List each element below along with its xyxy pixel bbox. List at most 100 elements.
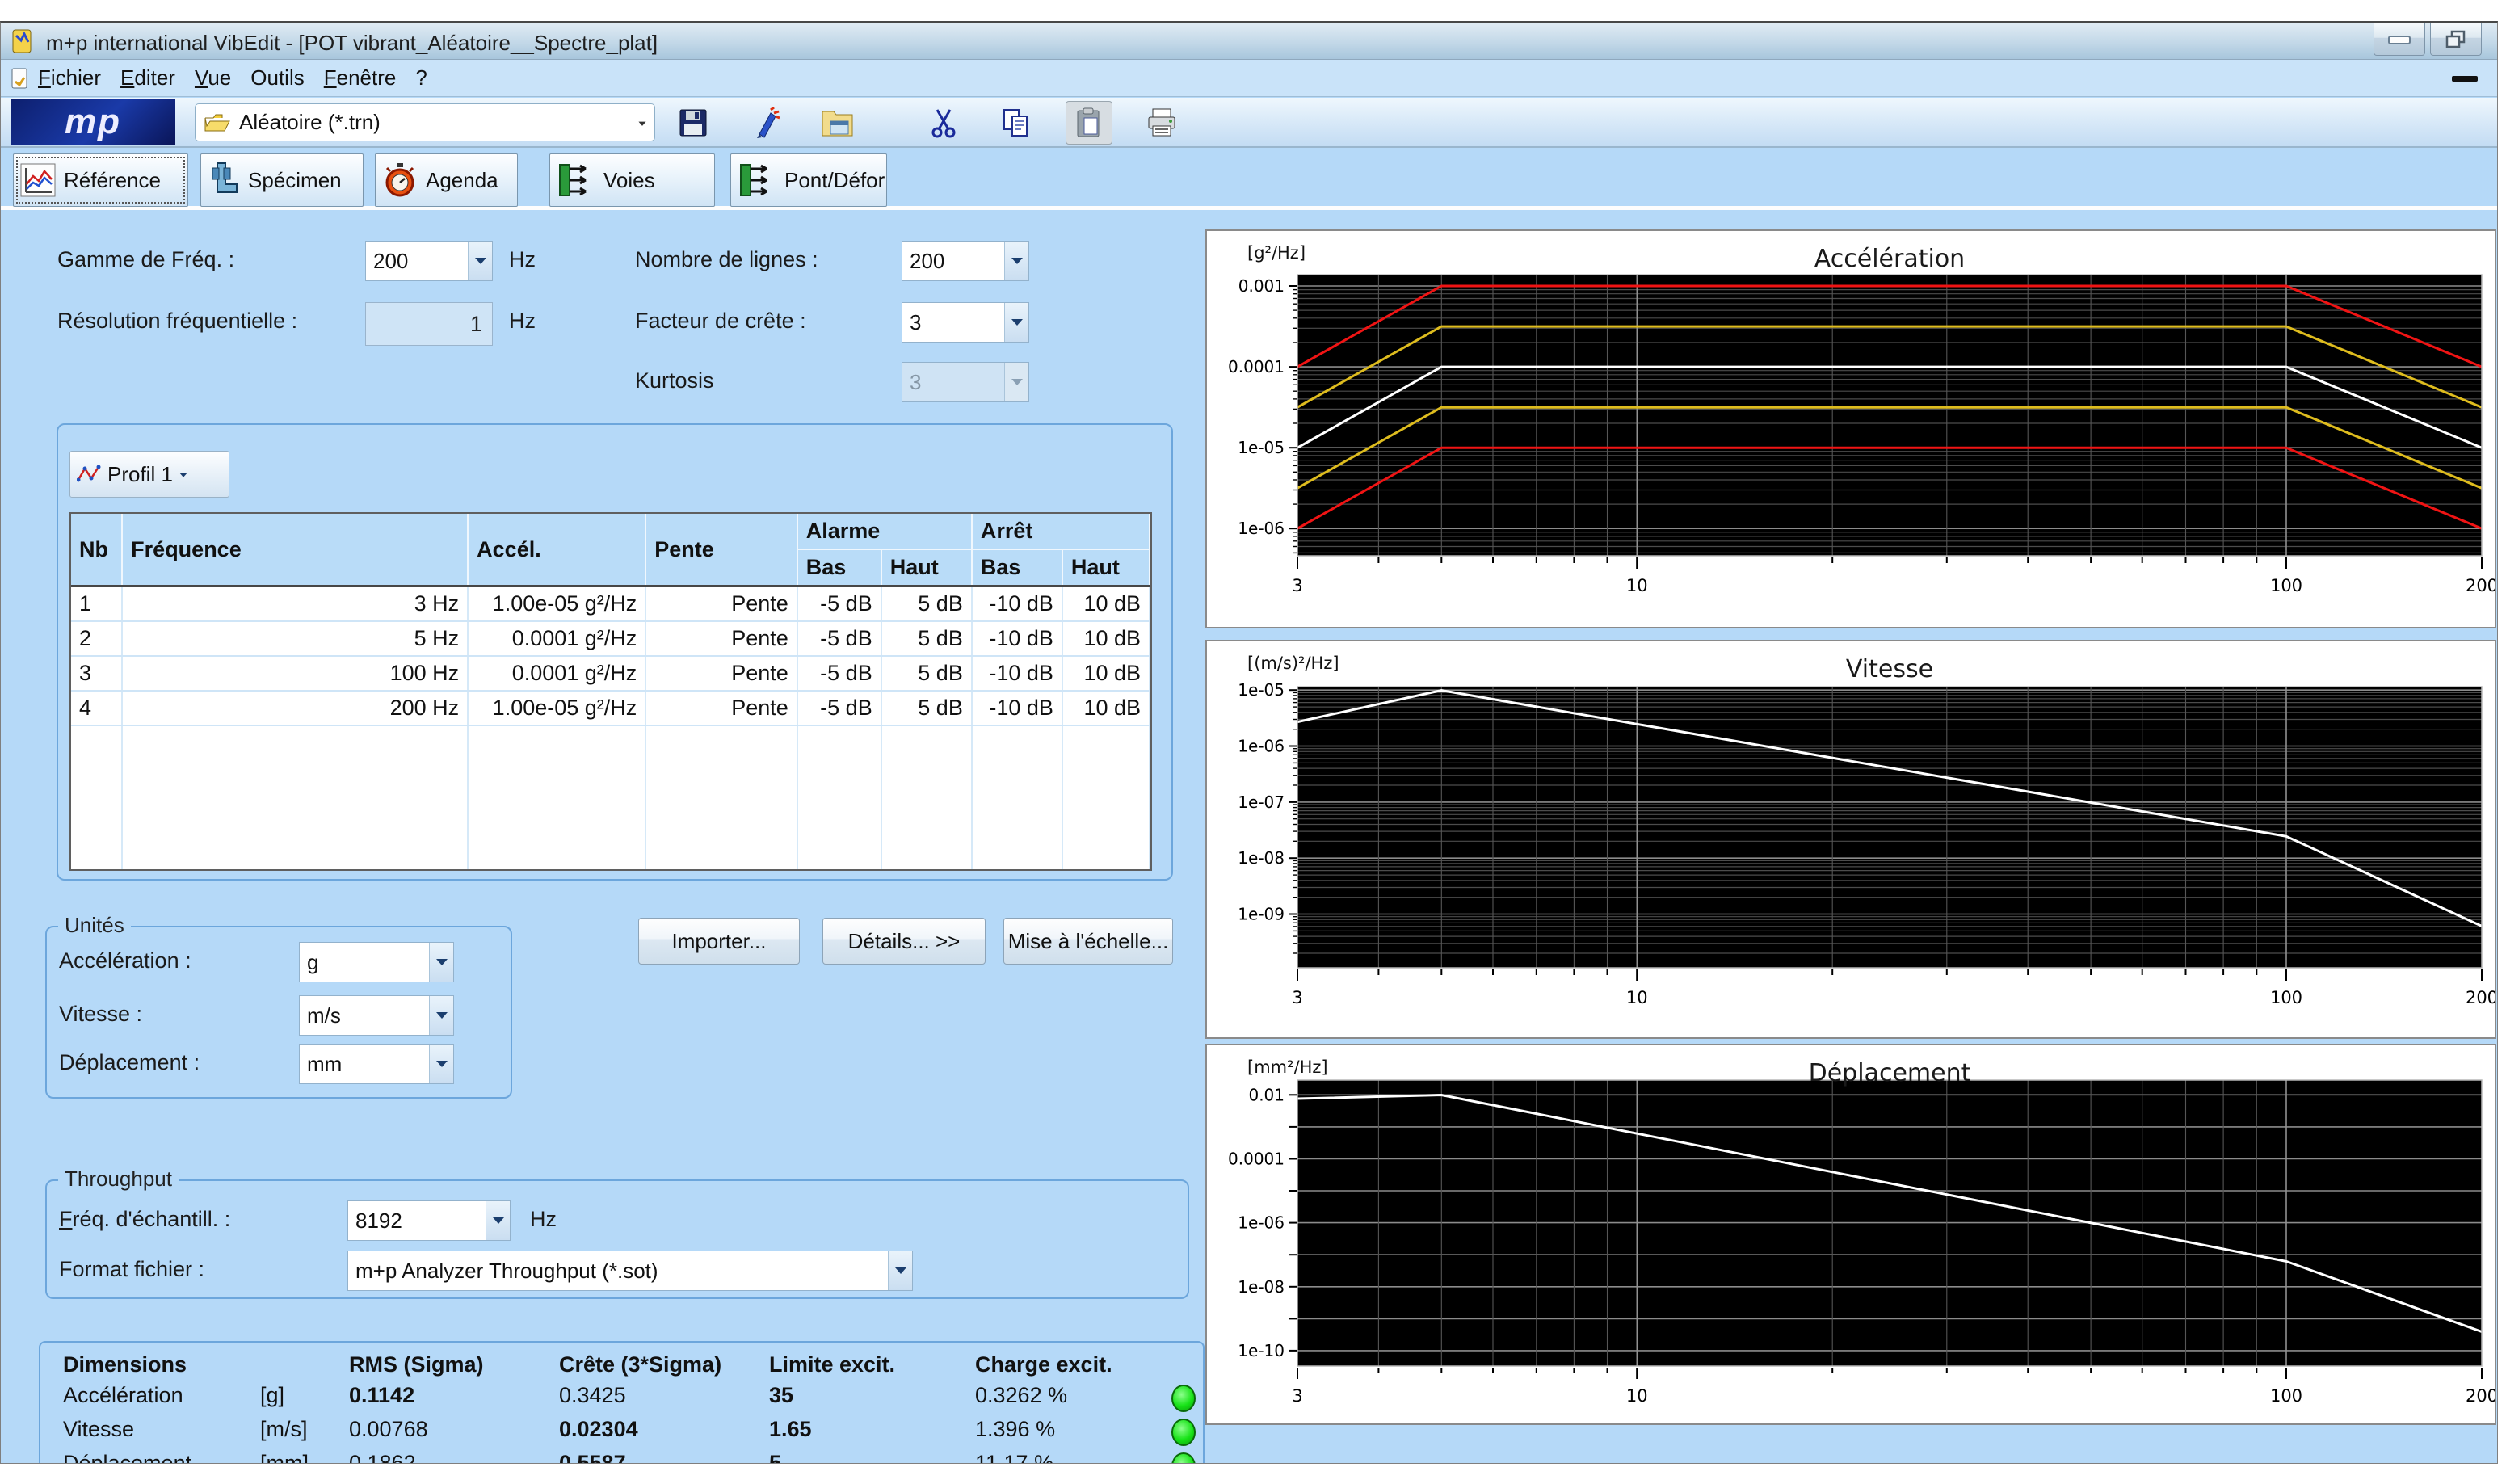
new-test-button[interactable] — [742, 101, 789, 145]
folder-window-icon — [821, 107, 856, 139]
tab-pont-deform[interactable]: Pont/Déform — [730, 153, 887, 207]
unite-vitesse-dropdown[interactable]: m/s — [299, 995, 454, 1036]
document-icon — [9, 67, 32, 90]
col-alarme-haut[interactable]: Haut — [881, 549, 972, 586]
print-button[interactable] — [1138, 101, 1185, 145]
lignes-dropdown[interactable]: 200 — [902, 241, 1029, 281]
crete-dropdown[interactable]: 3 — [902, 302, 1029, 343]
tab-specimen[interactable]: Spécimen — [200, 153, 364, 207]
lignes-label: Nombre de lignes : — [635, 247, 818, 272]
profile-selector-label: Profil 1 — [107, 462, 173, 487]
tab-agenda[interactable]: Agenda — [375, 153, 518, 207]
menu-item[interactable]: Fenêtre — [314, 65, 406, 90]
profile-table-row[interactable]: 13 Hz1.00e-05 g²/HzPente-5 dB5 dB-10 dB1… — [71, 586, 1150, 622]
col-pente[interactable]: Pente — [645, 514, 797, 586]
svg-text:200: 200 — [2466, 1386, 2495, 1406]
tab-label: Spécimen — [248, 168, 342, 193]
printer-icon — [1146, 107, 1178, 139]
dimension-value: 1.396 % — [975, 1417, 1055, 1442]
svg-text:0.001: 0.001 — [1238, 276, 1285, 296]
col-alarme-bas[interactable]: Bas — [797, 549, 881, 586]
menu-item[interactable]: Editer — [111, 65, 185, 90]
profile-table-row[interactable]: 4200 Hz1.00e-05 g²/HzPente-5 dB5 dB-10 d… — [71, 691, 1150, 725]
details-button[interactable]: Détails... >> — [822, 918, 986, 965]
minimize-button[interactable] — [2374, 23, 2425, 56]
col-alarme[interactable]: Alarme — [797, 514, 972, 549]
col-frequence[interactable]: Fréquence — [122, 514, 468, 586]
open-project-button[interactable] — [815, 101, 862, 145]
freq-echantill-dropdown[interactable]: 8192 — [347, 1200, 511, 1241]
svg-text:1e-05: 1e-05 — [1238, 680, 1285, 700]
scissors-icon — [929, 107, 958, 139]
file-type-dropdown[interactable]: Aléatoire (*.trn) — [195, 103, 655, 141]
restore-icon — [2445, 30, 2466, 49]
col-nb[interactable]: Nb — [71, 514, 122, 586]
gamme-dropdown[interactable]: 200 — [365, 241, 493, 281]
svg-text:10: 10 — [1626, 988, 1648, 1007]
stopwatch-icon — [382, 162, 418, 199]
svg-text:200: 200 — [2466, 988, 2495, 1007]
dimension-value: 1.65 — [769, 1417, 812, 1442]
minimize-icon — [2387, 33, 2411, 46]
svg-text:1e-09: 1e-09 — [1238, 905, 1285, 924]
unite-deplacement-dropdown[interactable]: mm — [299, 1044, 454, 1084]
chevron-down-icon — [1004, 303, 1028, 342]
mdi-minimize-button[interactable] — [2452, 76, 2478, 82]
profile-table-row[interactable]: 3100 Hz0.0001 g²/HzPente-5 dB5 dB-10 dB1… — [71, 656, 1150, 691]
profile-selector-button[interactable]: Profil 1 — [69, 451, 229, 498]
menu-item[interactable]: Fichier — [28, 65, 111, 90]
dimension-value: 0.3262 % — [975, 1383, 1067, 1408]
dimension-value: [g] — [260, 1383, 284, 1408]
tab-reference[interactable]: Référence — [13, 153, 188, 207]
unite-accel-dropdown[interactable]: g — [299, 942, 454, 982]
svg-text:[g²/Hz]: [g²/Hz] — [1247, 243, 1306, 263]
col-arret-haut[interactable]: Haut — [1062, 549, 1150, 586]
status-led-green — [1171, 1419, 1196, 1446]
mise-a-echelle-button[interactable]: Mise à l'échelle... — [1003, 918, 1173, 965]
freq-echantill-value: 8192 — [355, 1209, 486, 1234]
menu-item[interactable]: ? — [406, 65, 436, 90]
profile-table-row[interactable]: 25 Hz0.0001 g²/HzPente-5 dB5 dB-10 dB10 … — [71, 621, 1150, 656]
profile-curve-icon — [77, 464, 101, 485]
kurtosis-dropdown: 3 — [902, 362, 1029, 402]
profile-table-empty-row — [71, 725, 1150, 871]
menu-item[interactable]: Outils — [241, 65, 313, 90]
svg-text:3: 3 — [1292, 1386, 1302, 1406]
svg-text:1e-08: 1e-08 — [1238, 1277, 1285, 1297]
save-button[interactable] — [670, 101, 717, 145]
copy-icon — [1001, 107, 1032, 139]
chevron-down-icon — [429, 943, 453, 982]
format-fichier-value: m+p Analyzer Throughput (*.sot) — [355, 1259, 888, 1284]
svg-text:Accélération: Accélération — [1814, 245, 1965, 273]
importer-button[interactable]: Importer... — [638, 918, 800, 965]
chevron-down-icon — [888, 1251, 912, 1290]
svg-text:100: 100 — [2270, 1386, 2302, 1406]
gamme-label: Gamme de Fréq. : — [57, 247, 234, 272]
tab-voies[interactable]: Voies — [549, 153, 715, 207]
format-fichier-dropdown[interactable]: m+p Analyzer Throughput (*.sot) — [347, 1251, 913, 1291]
tab-label: Référence — [64, 168, 161, 193]
restore-button[interactable] — [2430, 23, 2482, 56]
col-arret[interactable]: Arrêt — [972, 514, 1150, 549]
chevron-down-icon — [1004, 363, 1028, 401]
svg-text:0.0001: 0.0001 — [1228, 357, 1285, 376]
cut-button[interactable] — [920, 101, 967, 145]
svg-text:[(m/s)²/Hz]: [(m/s)²/Hz] — [1247, 654, 1339, 673]
unite-accel-label: Accélération : — [59, 948, 191, 973]
copy-button[interactable] — [993, 101, 1040, 145]
tab-label: Voies — [603, 168, 655, 193]
dimension-value: 35 — [769, 1383, 793, 1408]
dimension-value: [mm] — [260, 1451, 309, 1464]
status-led-green — [1171, 1385, 1196, 1412]
titlebar: m+p international VibEdit - [POT vibrant… — [1, 23, 2497, 60]
col-arret-bas[interactable]: Bas — [972, 549, 1062, 586]
chevron-down-icon — [1004, 242, 1028, 280]
resolution-label: Résolution fréquentielle : — [57, 309, 297, 334]
menu-item[interactable]: Vue — [185, 65, 241, 90]
dimensions-panel: Dimensions RMS (Sigma) Crête (3*Sigma) L… — [39, 1341, 1205, 1464]
profile-groupbox: Profil 1 Nb Fréquence Accél. Pente — [57, 423, 1173, 881]
paste-button[interactable] — [1066, 101, 1112, 145]
svg-text:10: 10 — [1626, 576, 1648, 595]
kurtosis-value: 3 — [910, 370, 1004, 395]
col-accel[interactable]: Accél. — [468, 514, 645, 586]
